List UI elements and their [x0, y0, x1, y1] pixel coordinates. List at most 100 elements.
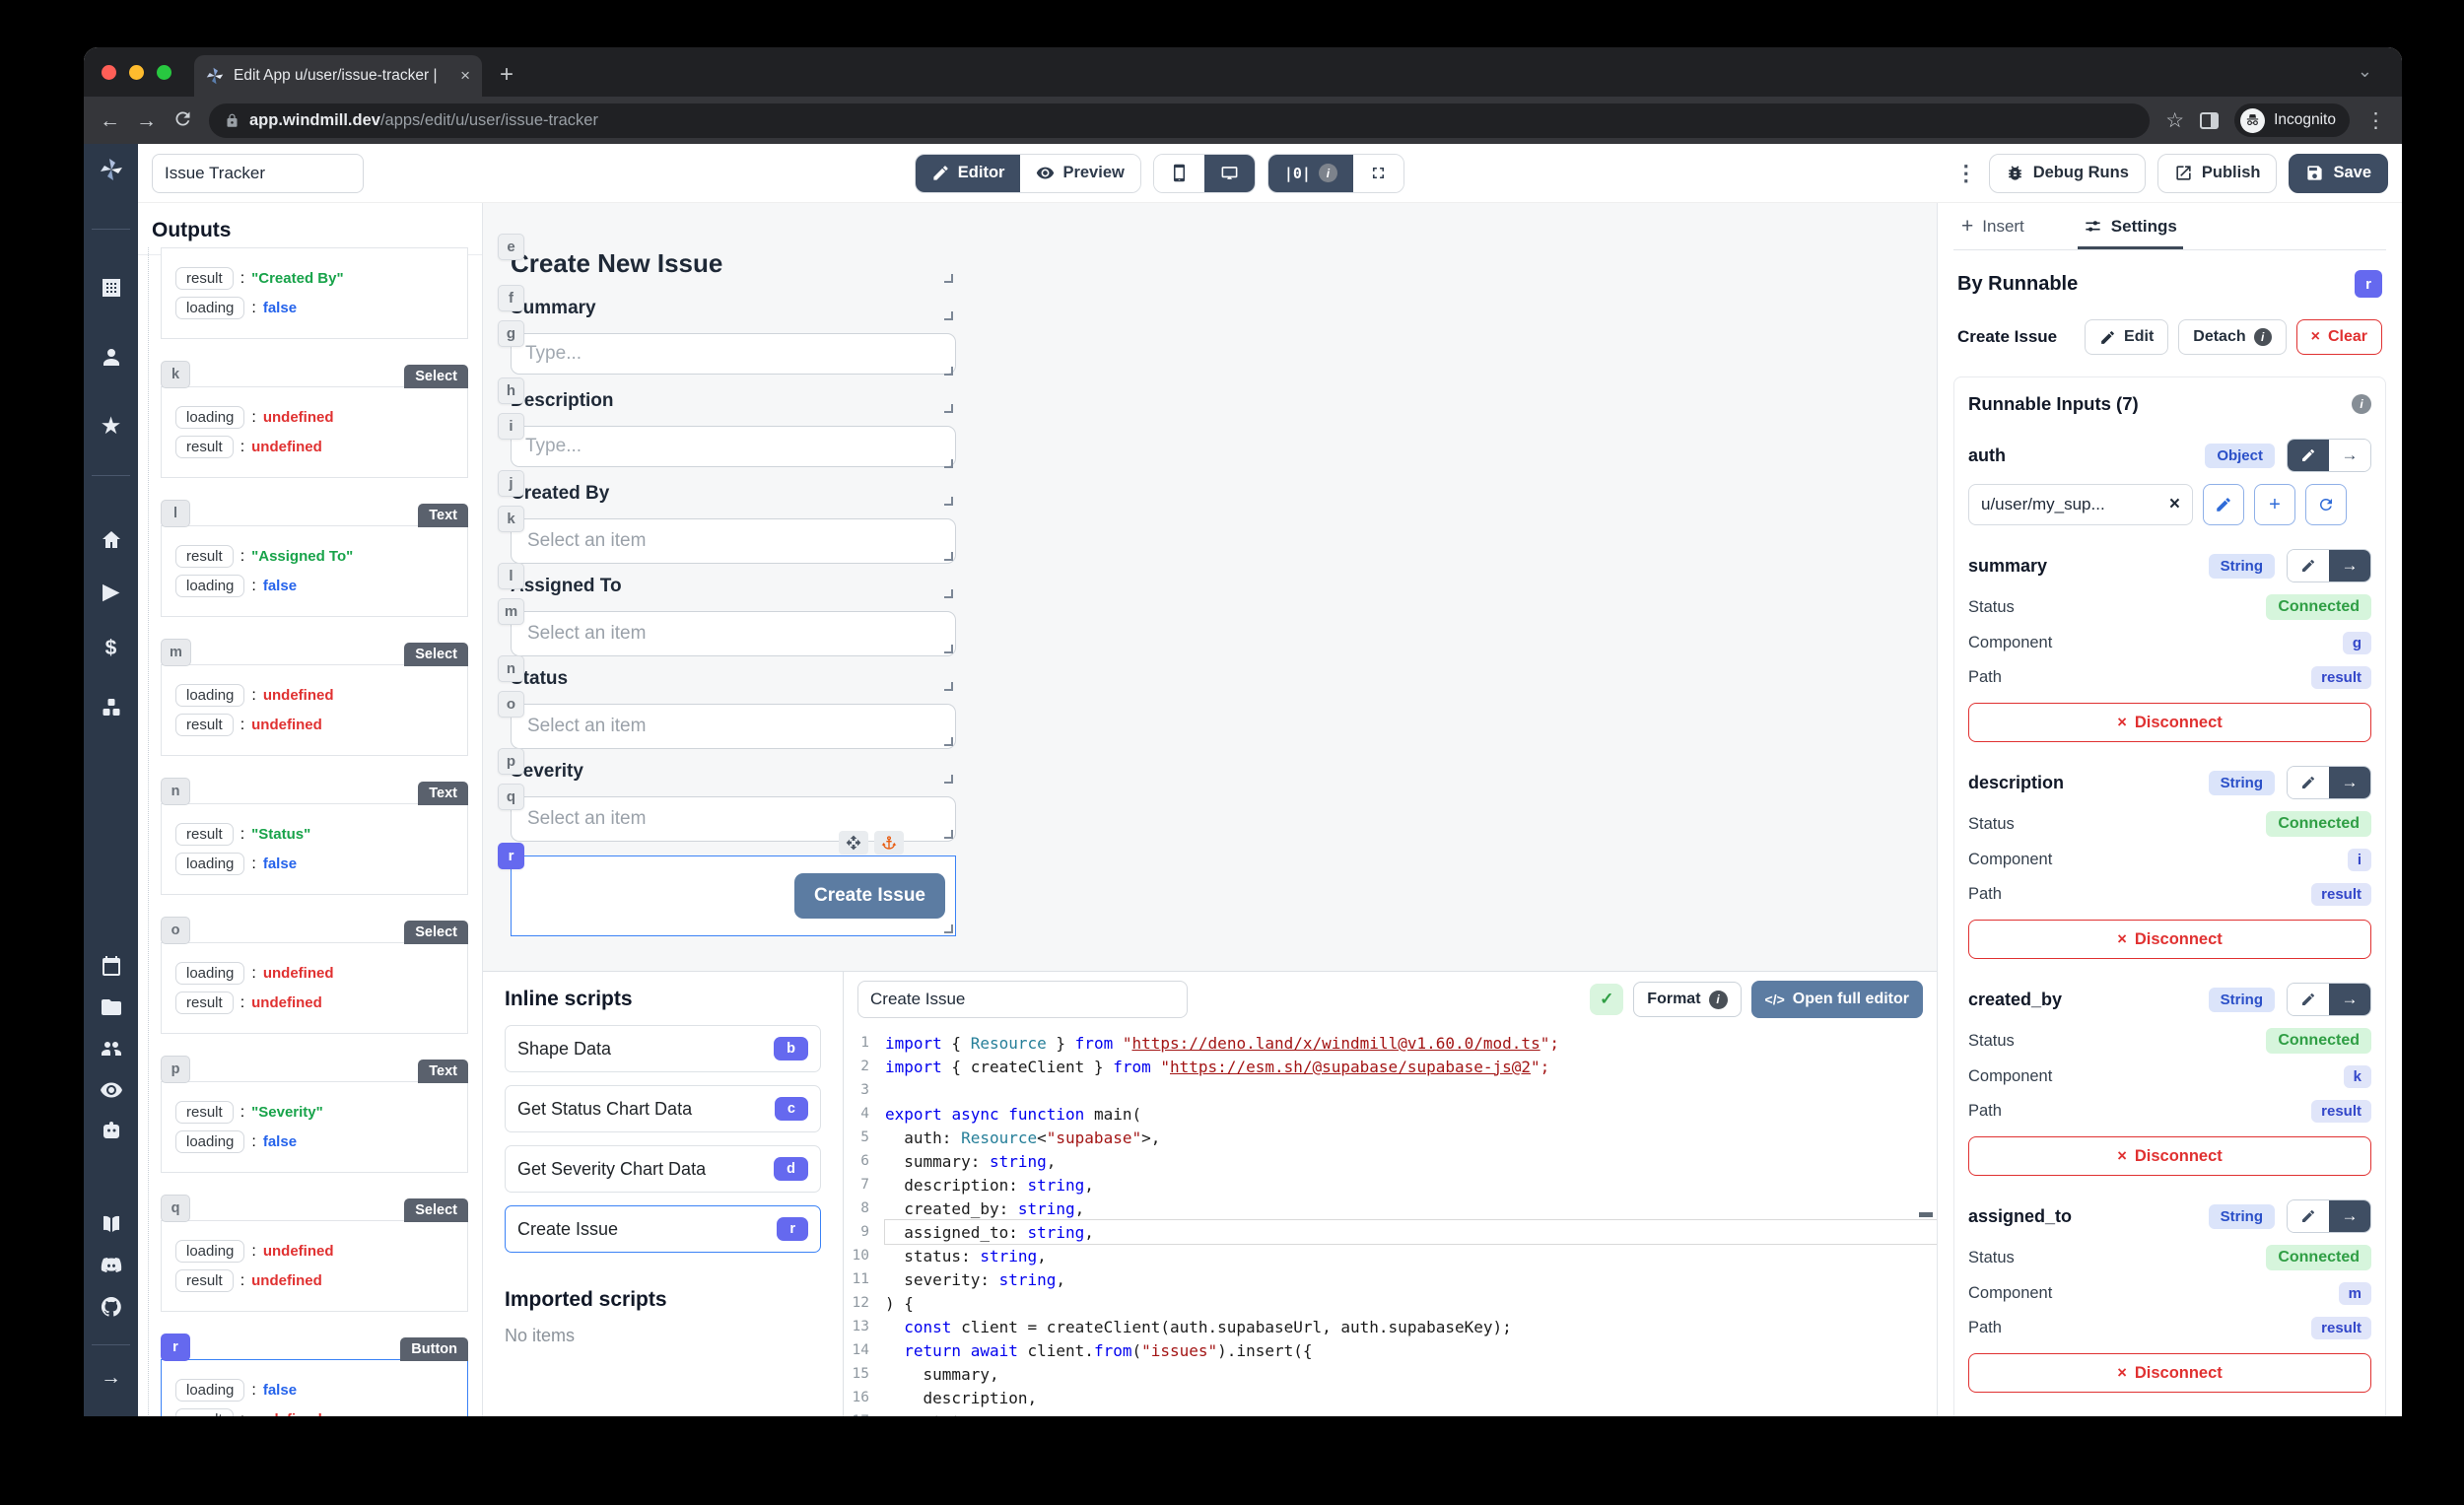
- open-full-editor-button[interactable]: </> Open full editor: [1751, 981, 1923, 1018]
- resize-handle[interactable]: [944, 830, 953, 839]
- connect-mode-button[interactable]: →: [2329, 440, 2370, 471]
- component-id-tag[interactable]: p: [498, 748, 524, 775]
- code-line[interactable]: 5 auth: Resource<"supabase">,: [844, 1126, 1937, 1149]
- component-id-tag[interactable]: j: [498, 470, 524, 497]
- output-key[interactable]: loading: [175, 406, 244, 429]
- disconnect-button[interactable]: ×Disconnect: [1968, 920, 2371, 959]
- preview-tab-button[interactable]: Preview: [1020, 155, 1139, 192]
- text-input[interactable]: [511, 426, 956, 467]
- resize-handle[interactable]: [944, 645, 953, 653]
- component-id-tag[interactable]: l: [498, 563, 524, 589]
- fullscreen-button[interactable]: [1353, 155, 1403, 192]
- disconnect-button[interactable]: ×Disconnect: [1968, 703, 2371, 742]
- minimize-window-button[interactable]: [129, 65, 144, 80]
- code-line[interactable]: 3: [844, 1078, 1937, 1102]
- mobile-view-button[interactable]: [1154, 155, 1204, 192]
- reload-icon[interactable]: [172, 108, 193, 133]
- output-values-box[interactable]: result:"Created By"loading:false: [161, 247, 468, 339]
- component-id-tag[interactable]: n: [161, 778, 190, 805]
- output-key[interactable]: result: [175, 714, 234, 736]
- component-id-tag[interactable]: e: [498, 234, 524, 260]
- resize-handle[interactable]: [944, 775, 953, 784]
- sidebar-item-schedules-calendar-icon[interactable]: [84, 954, 138, 978]
- code-line[interactable]: 2import { createClient } from "https://e…: [844, 1055, 1937, 1078]
- code-line[interactable]: 7 description: string,: [844, 1173, 1937, 1197]
- static-mode-button[interactable]: [2288, 440, 2329, 471]
- save-button[interactable]: Save: [2289, 154, 2388, 193]
- detach-button[interactable]: Detach i: [2178, 319, 2286, 355]
- select-input[interactable]: Select an item: [511, 518, 956, 564]
- browser-tab[interactable]: Edit App u/user/issue-tracker | ×: [194, 55, 482, 97]
- publish-button[interactable]: Publish: [2157, 154, 2278, 193]
- component-id-tag[interactable]: f: [498, 285, 524, 311]
- code-line[interactable]: 16 description,: [844, 1386, 1937, 1409]
- clear-resource-x-icon[interactable]: ×: [2169, 494, 2180, 515]
- static-mode-button[interactable]: [2288, 984, 2329, 1015]
- button-container[interactable]: Create Issue: [511, 855, 956, 936]
- sidebar-item-robot-icon[interactable]: [84, 1120, 138, 1143]
- resize-handle[interactable]: [944, 311, 953, 320]
- canvas-component-e[interactable]: eCreate New Issue: [511, 246, 956, 286]
- window-controls[interactable]: [102, 65, 171, 80]
- create-issue-button[interactable]: Create Issue: [794, 873, 945, 919]
- output-key[interactable]: loading: [175, 684, 244, 707]
- output-values-box[interactable]: loading:falseresult:undefined: [161, 1359, 468, 1416]
- canvas-component-r[interactable]: rCreate Issue: [511, 855, 956, 936]
- output-key[interactable]: loading: [175, 575, 244, 597]
- code-line[interactable]: 15 summary,: [844, 1362, 1937, 1386]
- output-values-box[interactable]: loading:undefinedresult:undefined: [161, 386, 468, 478]
- tab-insert[interactable]: + Insert: [1961, 203, 2024, 249]
- app-canvas[interactable]: eCreate New IssuefSummaryghDescriptionij…: [483, 203, 1937, 971]
- resize-handle[interactable]: [944, 552, 953, 561]
- component-id-tag[interactable]: i: [498, 413, 524, 440]
- edit-runnable-button[interactable]: Edit: [2085, 319, 2168, 355]
- disconnect-button[interactable]: ×Disconnect: [1968, 1353, 2371, 1393]
- select-input[interactable]: Select an item: [511, 611, 956, 656]
- resize-handle[interactable]: [944, 367, 953, 376]
- anchor-icon[interactable]: [874, 831, 904, 855]
- sidebar-expand-arrow-icon[interactable]: →: [84, 1366, 138, 1390]
- canvas-component-i[interactable]: i: [511, 426, 956, 471]
- resize-handle[interactable]: [944, 589, 953, 598]
- forward-icon[interactable]: →: [136, 110, 157, 131]
- resource-picker[interactable]: u/user/my_sup... ×: [1968, 484, 2193, 525]
- maximize-window-button[interactable]: [157, 65, 171, 80]
- code-line[interactable]: 1import { Resource } from "https://deno.…: [844, 1031, 1937, 1055]
- output-values-box[interactable]: result:"Severity"loading:false: [161, 1081, 468, 1173]
- debug-runs-button[interactable]: Debug Runs: [1989, 154, 2146, 193]
- output-key[interactable]: result: [175, 267, 234, 290]
- sidebar-item-folders-icon[interactable]: [84, 995, 138, 1019]
- sidebar-item-favorites-star-icon[interactable]: ★: [84, 414, 138, 439]
- close-window-button[interactable]: [102, 65, 116, 80]
- tab-settings[interactable]: Settings: [2084, 203, 2177, 249]
- resize-handle[interactable]: [944, 737, 953, 746]
- sidebar-item-resources-cubes-icon[interactable]: [84, 696, 138, 719]
- text-input[interactable]: [511, 333, 956, 375]
- output-key[interactable]: result: [175, 992, 234, 1014]
- windmill-logo-icon[interactable]: [84, 158, 138, 181]
- new-tab-button[interactable]: +: [500, 61, 513, 89]
- output-key[interactable]: loading: [175, 1379, 244, 1402]
- sidebar-item-variables-dollar-icon[interactable]: $: [84, 637, 138, 660]
- resize-handle[interactable]: [944, 404, 953, 413]
- static-mode-button[interactable]: [2288, 1200, 2329, 1232]
- output-values-box[interactable]: loading:undefinedresult:undefined: [161, 942, 468, 1034]
- output-values-box[interactable]: loading:undefinedresult:undefined: [161, 1220, 468, 1312]
- inline-script-item[interactable]: Get Status Chart Datac: [505, 1085, 821, 1132]
- connect-mode-button[interactable]: →: [2329, 1200, 2370, 1232]
- component-id-tag[interactable]: k: [498, 506, 524, 532]
- editor-scrollbar-marker[interactable]: [1919, 1212, 1933, 1217]
- resize-handle[interactable]: [944, 924, 953, 933]
- resize-handle[interactable]: [944, 274, 953, 283]
- output-key[interactable]: loading: [175, 853, 244, 875]
- canvas-component-o[interactable]: oSelect an item: [511, 704, 956, 749]
- connect-mode-button[interactable]: →: [2329, 767, 2370, 798]
- output-key[interactable]: result: [175, 545, 234, 568]
- connect-mode-button[interactable]: →: [2329, 550, 2370, 581]
- inline-script-item[interactable]: Get Severity Chart Datad: [505, 1145, 821, 1193]
- component-id-tag[interactable]: r: [498, 843, 524, 869]
- component-id-tag[interactable]: g: [498, 320, 524, 347]
- inline-script-item[interactable]: Create Issuer: [505, 1205, 821, 1253]
- canvas-component-m[interactable]: mSelect an item: [511, 611, 956, 656]
- code-line[interactable]: 8 created_by: string,: [844, 1197, 1937, 1220]
